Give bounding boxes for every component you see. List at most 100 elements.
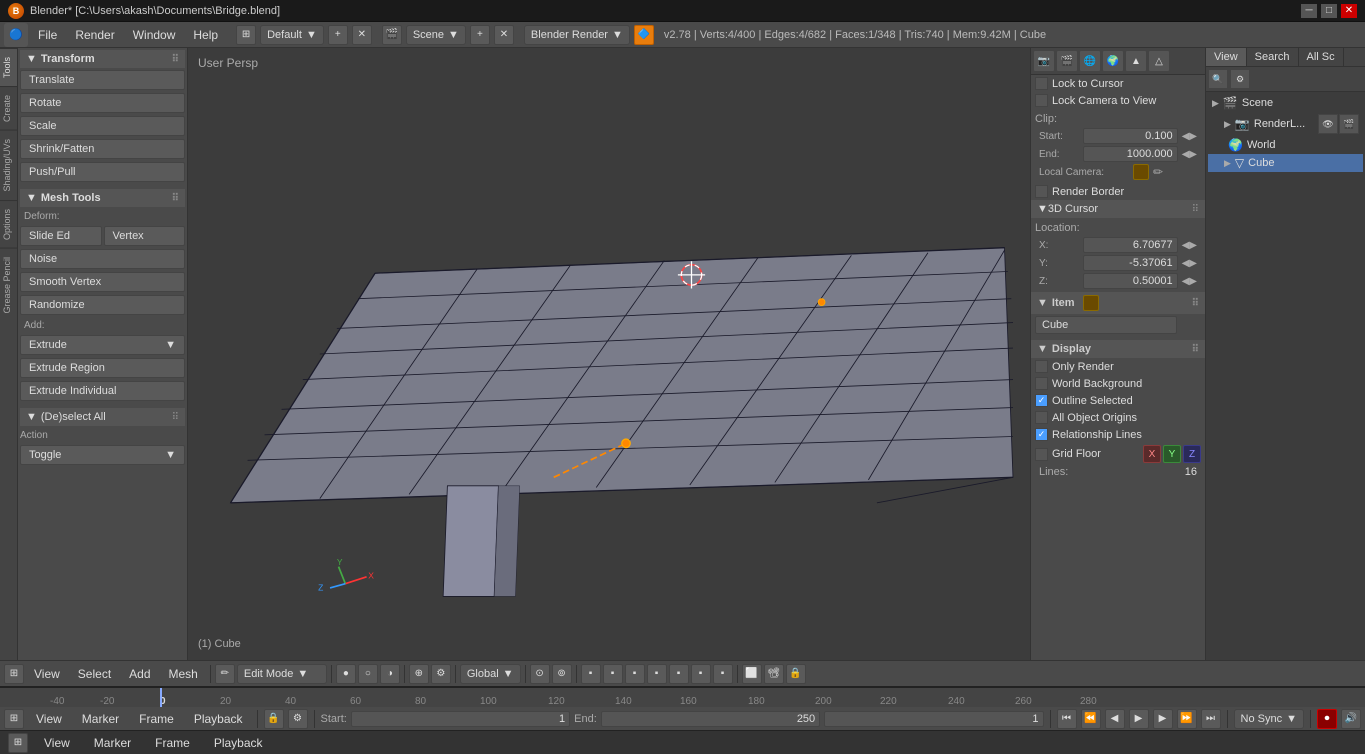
next-frame-btn[interactable]: ⏩	[1177, 709, 1197, 729]
props-tab-render[interactable]: 🎬	[1056, 50, 1078, 72]
push-pull-btn[interactable]: Push/Pull	[20, 162, 185, 182]
viewport-type-icon[interactable]: ⊞	[4, 664, 24, 684]
props-tab-object[interactable]: ▲	[1125, 50, 1147, 72]
proportional-options-icon[interactable]: ⊚	[552, 664, 572, 684]
item-name-field[interactable]	[1035, 316, 1177, 334]
tree-item-renderlayer[interactable]: ▶ 📷 RenderL... 👁 🎬	[1208, 112, 1363, 136]
vertex-btn[interactable]: Vertex	[104, 226, 186, 246]
statusbar-playback[interactable]: Playback	[206, 734, 271, 752]
scene-remove[interactable]: ✕	[494, 25, 514, 45]
tree-item-world[interactable]: 🌍 World	[1208, 136, 1363, 154]
translate-btn[interactable]: Translate	[20, 70, 185, 90]
pencil-icon[interactable]: ✏	[1153, 165, 1163, 179]
mode-dropdown[interactable]: Edit Mode ▼	[237, 664, 327, 684]
start-frame[interactable]: 1	[351, 711, 570, 727]
grid-y-btn[interactable]: Y	[1163, 445, 1181, 463]
statusbar-marker[interactable]: Marker	[86, 734, 139, 752]
layer-icon-2[interactable]: ▪	[603, 664, 623, 684]
cursor-3d-header[interactable]: ▼ 3D Cursor ⠿	[1031, 200, 1205, 218]
layer-icon-6[interactable]: ▪	[691, 664, 711, 684]
audio-icon[interactable]: 🔊	[1341, 709, 1361, 729]
deselect-all-header[interactable]: ▼ (De)select All ⠿	[20, 408, 185, 426]
shrink-fatten-btn[interactable]: Shrink/Fatten	[20, 139, 185, 159]
timeline-options-icon[interactable]: ⚙	[288, 709, 308, 729]
solid-shading-icon[interactable]: ●	[336, 664, 356, 684]
menu-render[interactable]: Render	[67, 26, 122, 44]
current-frame[interactable]: 1	[824, 711, 1043, 727]
scene-dropdown[interactable]: Scene ▼	[406, 25, 466, 45]
cursor-x-value[interactable]: 6.70677	[1083, 237, 1178, 253]
lock-camera-checkbox[interactable]	[1035, 94, 1048, 107]
rotate-btn[interactable]: Rotate	[20, 93, 185, 113]
record-btn[interactable]: ⏺	[1317, 709, 1337, 729]
add-menu[interactable]: Add	[121, 665, 158, 683]
side-tab-options[interactable]: Options	[0, 200, 17, 248]
relationship-lines-checkbox[interactable]: ✓	[1035, 428, 1048, 441]
grid-x-btn[interactable]: X	[1143, 445, 1161, 463]
extrude-region-btn[interactable]: Extrude Region	[20, 358, 185, 378]
snap-icon[interactable]: ⊕	[409, 664, 429, 684]
jump-end-btn[interactable]: ⏭	[1201, 709, 1221, 729]
all-object-origins-checkbox[interactable]	[1035, 411, 1048, 424]
timeline-type-icon[interactable]: ⊞	[4, 709, 24, 729]
wire-shading-icon[interactable]: ○	[358, 664, 378, 684]
clip-end-value[interactable]: 1000.000	[1083, 146, 1178, 162]
noise-btn[interactable]: Noise	[20, 249, 185, 269]
props-tab-mesh[interactable]: △	[1148, 50, 1170, 72]
side-tab-grease[interactable]: Grease Pencil	[0, 248, 17, 322]
viewport[interactable]: User Persp	[188, 48, 1030, 660]
timeline-frame-menu[interactable]: Frame	[131, 710, 182, 728]
scale-btn[interactable]: Scale	[20, 116, 185, 136]
cursor-y-value[interactable]: -5.37061	[1083, 255, 1178, 271]
timeline-lock-icon[interactable]: 🔒	[264, 709, 284, 729]
menu-help[interactable]: Help	[185, 26, 226, 44]
prev-frame-btn[interactable]: ⏪	[1081, 709, 1101, 729]
render-icon[interactable]: 🔷	[634, 25, 654, 45]
scene-tab-view[interactable]: View	[1206, 48, 1247, 66]
sync-dropdown[interactable]: No Sync ▼	[1234, 709, 1304, 729]
timeline-view-menu[interactable]: View	[28, 710, 70, 728]
render-layer-icon[interactable]: 🎬	[1339, 114, 1359, 134]
extrude-dropdown-btn[interactable]: Extrude ▼	[20, 335, 185, 355]
layer-icon-5[interactable]: ▪	[669, 664, 689, 684]
next-keyframe-btn[interactable]: ▶	[1153, 709, 1173, 729]
menu-file[interactable]: File	[30, 26, 65, 44]
mesh-menu[interactable]: Mesh	[161, 665, 206, 683]
cursor-z-value[interactable]: 0.50001	[1083, 273, 1178, 289]
scene-add[interactable]: +	[470, 25, 490, 45]
statusbar-view[interactable]: View	[36, 734, 78, 752]
render-border-checkbox[interactable]	[1035, 185, 1048, 198]
tree-item-scene[interactable]: ▶ 🎬 Scene	[1208, 94, 1363, 112]
grid-floor-checkbox[interactable]	[1035, 448, 1048, 461]
props-tab-camera[interactable]: 📷	[1033, 50, 1055, 72]
layer-icon-4[interactable]: ▪	[647, 664, 667, 684]
layout-remove-icon[interactable]: ✕	[352, 25, 372, 45]
mode-icon[interactable]: ✏	[215, 664, 235, 684]
grid-z-btn[interactable]: Z	[1183, 445, 1201, 463]
side-tab-tools[interactable]: Tools	[0, 48, 17, 86]
clip-start-value[interactable]: 0.100	[1083, 128, 1178, 144]
scene-options-icon[interactable]: ⚙	[1230, 69, 1250, 89]
layout-add-icon[interactable]: +	[328, 25, 348, 45]
layer-icon-7[interactable]: ▪	[713, 664, 733, 684]
lock-to-cursor-checkbox[interactable]	[1035, 77, 1048, 90]
randomize-btn[interactable]: Randomize	[20, 295, 185, 315]
side-tab-relations[interactable]: Shading/UVs	[0, 130, 17, 200]
pivot-dropdown[interactable]: Global ▼	[460, 664, 521, 684]
select-menu[interactable]: Select	[70, 665, 119, 683]
side-tab-create[interactable]: Create	[0, 86, 17, 130]
menu-window[interactable]: Window	[125, 26, 184, 44]
timeline-playback-menu[interactable]: Playback	[186, 710, 251, 728]
proportional-edit-icon[interactable]: ⊙	[530, 664, 550, 684]
slide-edge-btn[interactable]: Slide Ed	[20, 226, 102, 246]
view-menu[interactable]: View	[26, 665, 68, 683]
snap-options-icon[interactable]: ⚙	[431, 664, 451, 684]
minimize-button[interactable]: ─	[1301, 4, 1317, 18]
scene-tab-search[interactable]: Search	[1247, 48, 1299, 66]
jump-start-btn[interactable]: ⏮	[1057, 709, 1077, 729]
props-tab-scene[interactable]: 🌐	[1079, 50, 1101, 72]
world-background-checkbox[interactable]	[1035, 377, 1048, 390]
layer-icon-1[interactable]: ▪	[581, 664, 601, 684]
statusbar-frame[interactable]: Frame	[147, 734, 198, 752]
lock-view-icon[interactable]: 🔒	[786, 664, 806, 684]
